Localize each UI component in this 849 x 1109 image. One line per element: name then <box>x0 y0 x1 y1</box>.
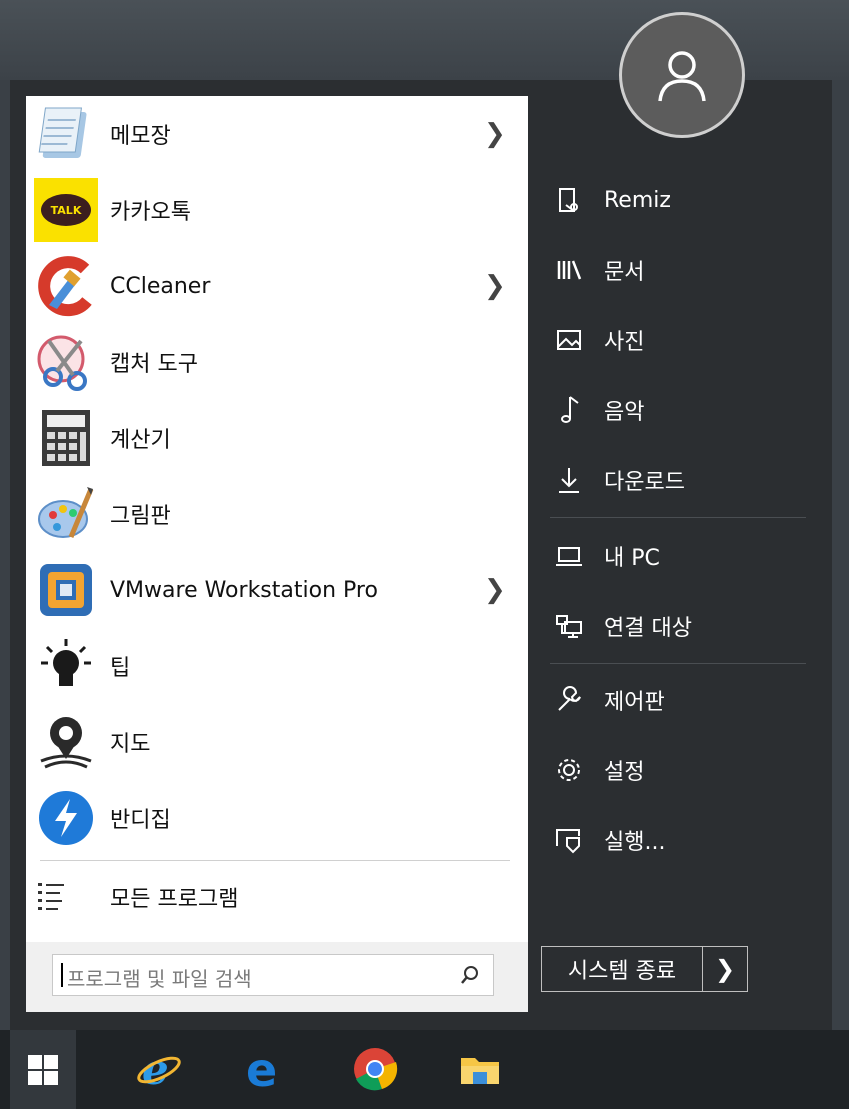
download-icon <box>554 465 584 495</box>
right-item-label: 내 PC <box>604 546 660 571</box>
kakaotalk-icon: TALK <box>34 178 98 242</box>
all-programs-button[interactable]: 모든 프로그램 <box>26 866 528 928</box>
wrench-icon <box>554 685 584 715</box>
notepad-icon <box>34 102 98 166</box>
right-item-downloads[interactable]: 다운로드 <box>550 450 810 510</box>
program-label: 팁 <box>110 656 131 681</box>
program-item-ccleaner[interactable]: CCleaner ❯ <box>26 248 528 324</box>
right-item-label: 사진 <box>604 330 645 355</box>
windows-start-icon <box>28 1054 58 1085</box>
laptop-icon <box>554 541 584 571</box>
maps-icon <box>34 710 98 774</box>
right-item-music[interactable]: 음악 <box>550 380 810 440</box>
edge-icon[interactable]: e <box>240 1044 290 1094</box>
program-label: 캡처 도구 <box>110 352 198 377</box>
chevron-right-icon[interactable]: ❯ <box>484 575 506 605</box>
library-icon <box>554 255 584 285</box>
program-item-paint[interactable]: 그림판 <box>26 476 528 552</box>
internet-explorer-icon[interactable]: e <box>134 1044 184 1094</box>
program-item-kakaotalk[interactable]: TALK 카카오톡 <box>26 172 528 248</box>
right-item-run[interactable]: 실행... <box>550 810 810 870</box>
kakao-badge-text: TALK <box>50 203 82 217</box>
user-icon <box>658 51 706 102</box>
right-separator <box>550 517 806 518</box>
right-item-control-panel[interactable]: 제어판 <box>550 670 810 730</box>
chrome-icon[interactable] <box>350 1044 400 1094</box>
search-placeholder: 프로그램 및 파일 검색 <box>67 967 252 991</box>
program-label: 지도 <box>110 732 151 757</box>
user-avatar[interactable] <box>619 12 745 138</box>
list-icon <box>38 881 66 915</box>
right-item-label: Remiz <box>604 187 671 213</box>
network-icon <box>554 611 584 641</box>
music-note-icon <box>554 395 584 425</box>
shutdown-options-button[interactable]: ❯ <box>703 947 747 991</box>
right-item-pictures[interactable]: 사진 <box>550 310 810 370</box>
program-item-snipping-tool[interactable]: 캡처 도구 <box>26 324 528 400</box>
program-item-maps[interactable]: 지도 <box>26 704 528 780</box>
program-item-vmware[interactable]: VMware Workstation Pro ❯ <box>26 552 528 628</box>
program-label: 카카오톡 <box>110 200 191 225</box>
right-item-label: 연결 대상 <box>604 616 692 641</box>
program-label: VMware Workstation Pro <box>110 577 378 603</box>
program-label: 계산기 <box>110 428 171 453</box>
program-label: CCleaner <box>110 273 211 299</box>
lightbulb-icon <box>34 634 98 698</box>
right-item-label: 음악 <box>604 400 645 425</box>
program-item-tips[interactable]: 팁 <box>26 628 528 704</box>
svg-text:e: e <box>246 1046 277 1092</box>
right-item-label: 문서 <box>604 260 645 285</box>
user-folder-icon <box>554 185 584 215</box>
program-label: 그림판 <box>110 504 171 529</box>
program-panel: 메모장 ❯ TALK 카카오톡 CCleaner ❯ 캡처 도구 계산기 그림판… <box>26 96 528 1012</box>
ccleaner-icon <box>34 254 98 318</box>
program-item-calculator[interactable]: 계산기 <box>26 400 528 476</box>
all-programs-label: 모든 프로그램 <box>110 887 239 912</box>
search-input[interactable]: 프로그램 및 파일 검색 <box>52 954 494 996</box>
program-separator <box>40 860 510 861</box>
right-separator <box>550 663 806 664</box>
program-label: 메모장 <box>110 124 171 149</box>
file-explorer-icon[interactable] <box>455 1044 505 1094</box>
right-item-label: 실행... <box>604 830 666 855</box>
calculator-icon <box>34 406 98 470</box>
right-item-connect[interactable]: 연결 대상 <box>550 596 810 656</box>
paint-icon <box>34 482 98 546</box>
start-menu: 메모장 ❯ TALK 카카오톡 CCleaner ❯ 캡처 도구 계산기 그림판… <box>10 12 832 1030</box>
right-item-documents[interactable]: 문서 <box>550 240 810 300</box>
start-button[interactable] <box>10 1030 76 1109</box>
chevron-right-icon[interactable]: ❯ <box>484 119 506 149</box>
right-item-settings[interactable]: 설정 <box>550 740 810 800</box>
right-item-this-pc[interactable]: 내 PC <box>550 526 810 586</box>
right-item-user-folder[interactable]: Remiz <box>550 170 810 230</box>
program-item-notepad[interactable]: 메모장 ❯ <box>26 96 528 172</box>
search-icon[interactable] <box>459 964 481 990</box>
gear-icon <box>554 755 584 785</box>
snipping-tool-icon <box>34 330 98 394</box>
right-item-label: 설정 <box>604 760 645 785</box>
shutdown-control: 시스템 종료 ❯ <box>541 946 748 992</box>
picture-icon <box>554 325 584 355</box>
vmware-icon <box>34 558 98 622</box>
run-icon <box>554 825 584 855</box>
right-item-label: 다운로드 <box>604 470 685 495</box>
taskbar: e e <box>0 1030 849 1109</box>
bandizip-icon <box>34 786 98 850</box>
program-item-bandizip[interactable]: 반디집 <box>26 780 528 856</box>
chevron-right-icon[interactable]: ❯ <box>484 271 506 301</box>
program-label: 반디집 <box>110 808 171 833</box>
text-caret <box>61 963 63 987</box>
right-item-label: 제어판 <box>604 690 665 715</box>
search-area: 프로그램 및 파일 검색 <box>26 942 528 1012</box>
shutdown-button[interactable]: 시스템 종료 <box>542 947 703 991</box>
